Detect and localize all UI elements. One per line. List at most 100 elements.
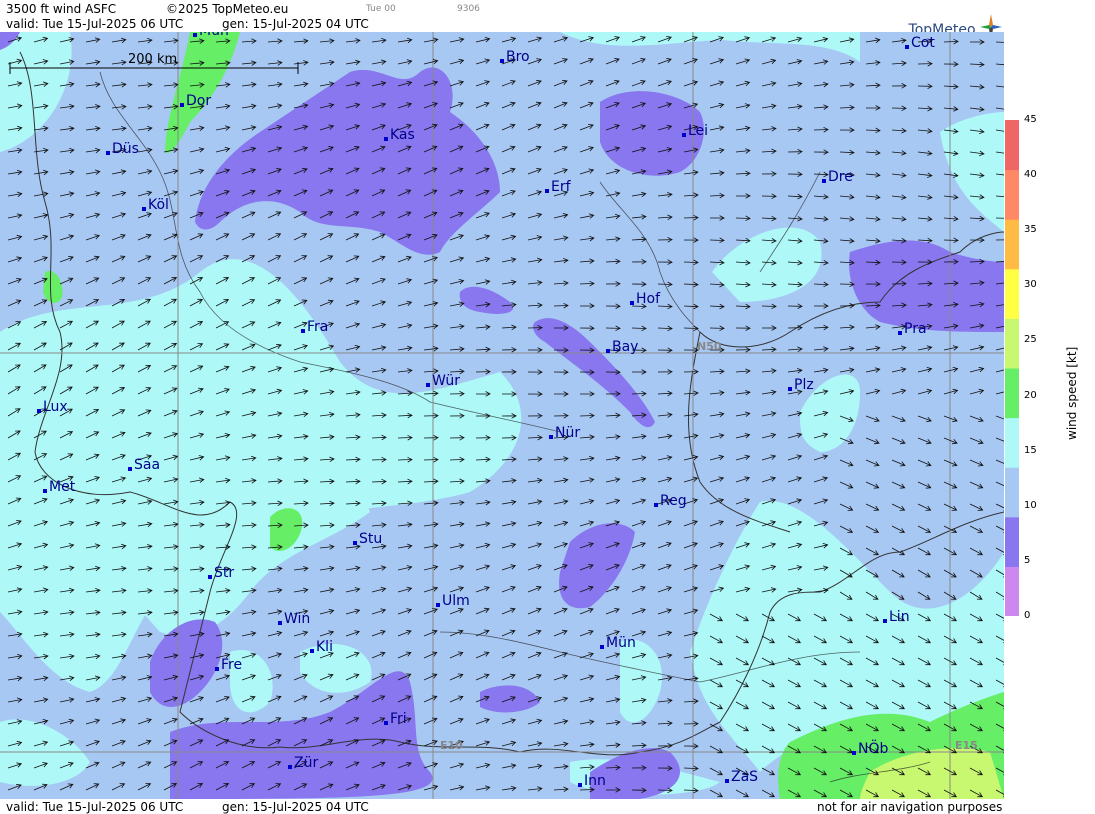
- city-name: Lei: [688, 123, 709, 139]
- legend-tick-label: 30: [1024, 279, 1037, 291]
- gen-time: gen: 15-Jul-2025 04 UTC: [222, 17, 369, 31]
- city-marker: [106, 151, 110, 155]
- city-name: Erf: [551, 179, 571, 195]
- legend-tick-label: 0: [1024, 610, 1031, 621]
- city-marker: [301, 329, 305, 333]
- city-label: Reg: [654, 494, 687, 508]
- legend-swatch: [1005, 368, 1019, 419]
- city-label: Str: [208, 566, 234, 580]
- city-name: ZaS: [731, 769, 759, 785]
- wind-map[interactable]: 200 km N50 E10 E15 Mün Bro Cot Dor Kas Lei Düs…: [0, 32, 1004, 799]
- city-marker: [37, 409, 41, 413]
- legend-tick-label: 40: [1024, 169, 1037, 181]
- city-marker: [545, 189, 549, 193]
- product-title: 3500 ft wind ASFC: [6, 2, 117, 16]
- city-name: Fra: [307, 319, 329, 335]
- city-name: Mün: [606, 635, 636, 651]
- city-name: Nür: [555, 425, 581, 441]
- city-marker: [654, 503, 658, 507]
- lon-label-e15: E15: [955, 739, 978, 752]
- city-marker: [215, 667, 219, 671]
- city-label: Erf: [545, 179, 571, 195]
- city-marker: [500, 59, 504, 63]
- city-name: Win: [284, 611, 311, 627]
- city-marker: [852, 751, 856, 755]
- city-marker: [278, 621, 282, 625]
- legend-swatch: [1005, 467, 1019, 518]
- wind-field: [0, 32, 1004, 799]
- city-label: Fri: [384, 712, 407, 726]
- city-marker: [898, 331, 902, 335]
- city-name: Köl: [148, 197, 169, 213]
- legend-swatch: [1005, 219, 1019, 270]
- city-marker: [600, 645, 604, 649]
- legend-swatch: [1005, 566, 1019, 617]
- city-label: Met: [43, 480, 75, 494]
- legend-gradient: [1005, 120, 1019, 617]
- city-label: Plz: [788, 377, 814, 393]
- legend-tick-label: 45: [1024, 114, 1037, 125]
- city-marker: [180, 103, 184, 107]
- city-label: Köl: [142, 197, 169, 213]
- city-label: Dor: [180, 93, 212, 109]
- city-name: Lux: [43, 399, 68, 415]
- city-name: Kli: [316, 639, 333, 655]
- city-label: Mün: [193, 32, 229, 38]
- city-label: Zür: [288, 755, 319, 771]
- city-label: Kli: [310, 639, 333, 655]
- scale-bar-label: 200 km: [128, 52, 178, 67]
- city-marker: [208, 575, 212, 579]
- city-label: Fra: [301, 319, 329, 335]
- lat-label-n50: N50: [697, 340, 722, 353]
- code-label: 9306: [457, 4, 480, 14]
- city-name: Kas: [390, 127, 415, 143]
- city-name: Cot: [911, 35, 935, 51]
- city-label: Fre: [215, 657, 243, 673]
- city-marker: [353, 541, 357, 545]
- city-name: Fre: [221, 657, 243, 673]
- legend-swatch: [1005, 120, 1019, 171]
- city-label: Ulm: [436, 593, 470, 609]
- city-label: Dre: [822, 170, 853, 184]
- legend-swatch: [1005, 318, 1019, 369]
- city-name: Ulm: [442, 593, 470, 609]
- city-marker: [788, 387, 792, 391]
- city-label: Wür: [426, 374, 460, 388]
- footer-gen: gen: 15-Jul-2025 04 UTC: [222, 800, 369, 814]
- city-marker: [682, 133, 686, 137]
- city-name: NÖb: [858, 741, 889, 757]
- city-label: Kas: [384, 127, 415, 143]
- legend-tick-label: 20: [1024, 389, 1037, 401]
- city-name: Düs: [112, 141, 139, 157]
- city-label: Stu: [353, 531, 383, 547]
- city-name: Stu: [359, 531, 383, 547]
- legend-colorbar: [1005, 120, 1019, 617]
- city-marker: [578, 783, 582, 787]
- city-name: Plz: [794, 377, 814, 393]
- city-marker: [43, 489, 47, 493]
- city-label: Saa: [128, 458, 160, 472]
- valid-time: valid: Tue 15-Jul-2025 06 UTC: [6, 17, 184, 31]
- city-name: Hof: [636, 291, 661, 307]
- footer-note: not for air navigation purposes: [817, 800, 1003, 814]
- legend-tick-label: 25: [1024, 334, 1037, 346]
- legend-tick-label: 35: [1024, 224, 1037, 236]
- footer-valid: valid: Tue 15-Jul-2025 06 UTC: [6, 800, 184, 814]
- city-marker: [606, 349, 610, 353]
- city-name: Dor: [186, 93, 212, 109]
- lon-label-e10: E10: [440, 739, 463, 752]
- city-label: ZaS: [725, 769, 759, 785]
- city-name: Lin: [889, 609, 910, 625]
- city-name: Zür: [294, 755, 319, 771]
- city-marker: [436, 603, 440, 607]
- city-marker: [822, 179, 826, 183]
- legend-swatch: [1005, 516, 1019, 567]
- city-marker: [142, 207, 146, 211]
- legend-swatch: [1005, 417, 1019, 468]
- city-label: Lin: [883, 609, 910, 625]
- legend-title: wind speed [kt]: [1065, 346, 1079, 440]
- city-marker: [883, 619, 887, 623]
- legend-swatch: [1005, 268, 1019, 319]
- city-marker: [128, 467, 132, 471]
- city-label: Nür: [549, 425, 581, 441]
